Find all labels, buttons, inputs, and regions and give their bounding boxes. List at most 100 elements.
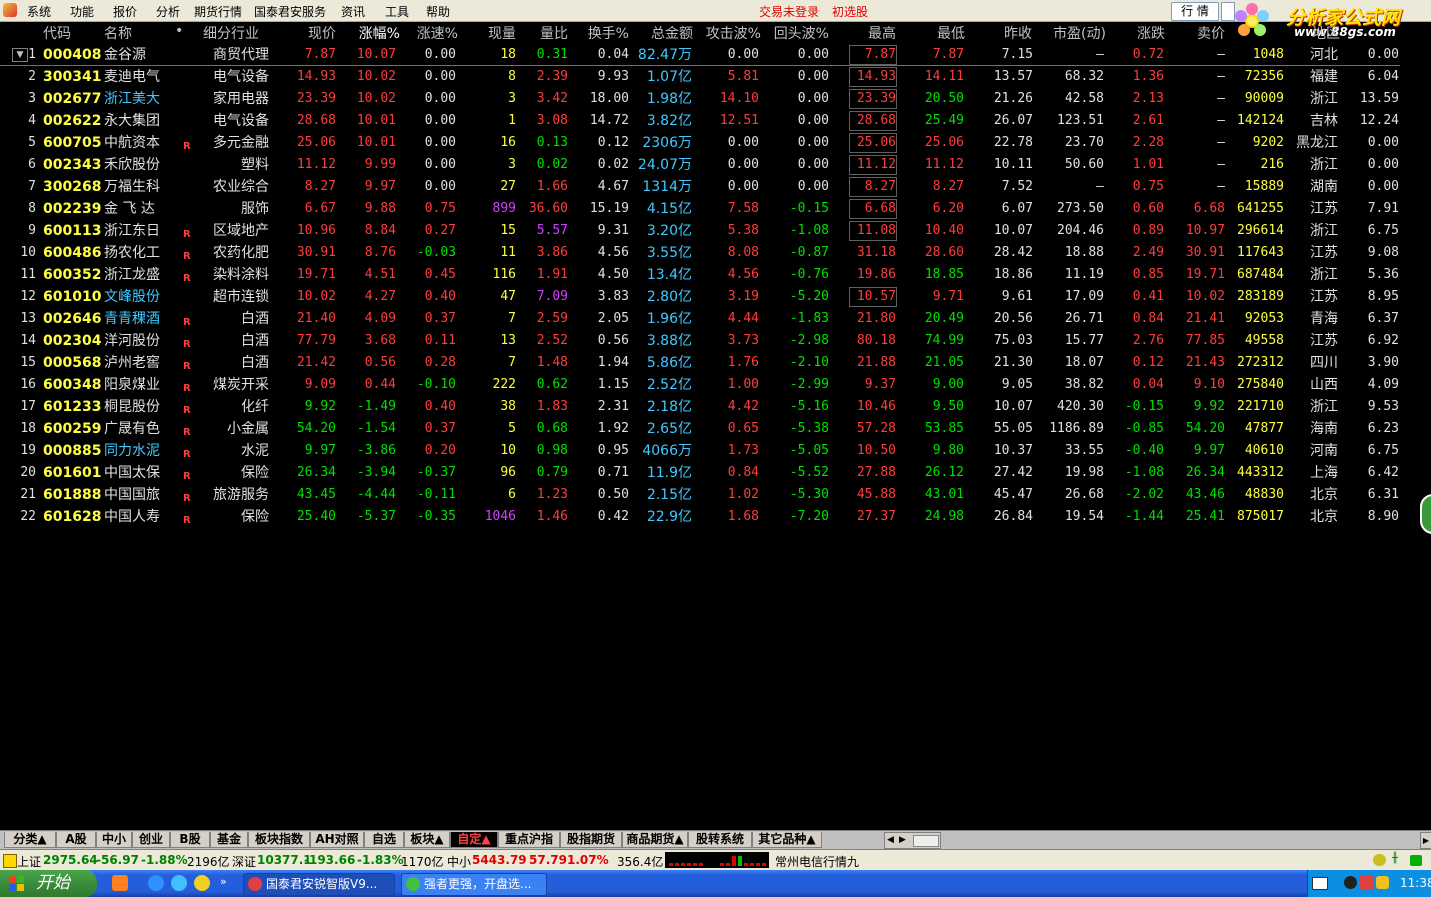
table-row[interactable]: 17 601233 桐昆股份 R 化纤 9.92 -1.49 0.40 38 1.83 2.31 2.… bbox=[0, 396, 1431, 418]
stock-code[interactable]: 600486 bbox=[43, 244, 101, 262]
menu-system[interactable]: 系统 bbox=[27, 3, 51, 20]
header-col-4[interactable]: 现价 bbox=[290, 23, 336, 43]
sz-label[interactable]: 深证 bbox=[232, 853, 256, 870]
header-col-13[interactable]: 最高 bbox=[838, 23, 896, 43]
header-col-20[interactable]: 地区 bbox=[1300, 23, 1340, 43]
tab-10[interactable]: 自定▲ bbox=[450, 832, 498, 848]
tab-scroll-end-icon[interactable]: ▶ bbox=[1420, 832, 1431, 849]
stock-code[interactable]: 600113 bbox=[43, 222, 101, 240]
stock-name[interactable]: 万福生科 bbox=[104, 178, 176, 196]
stock-name[interactable]: 金 飞 达 bbox=[104, 200, 176, 218]
stock-name[interactable]: 广晟有色 bbox=[104, 420, 176, 438]
stock-name[interactable]: 中国太保 bbox=[104, 464, 176, 482]
stock-code[interactable]: 600705 bbox=[43, 134, 101, 152]
table-row[interactable]: 21 601888 中国国旅 R 旅游服务 43.45 -4.44 -0.11 6 1.23 0.5… bbox=[0, 484, 1431, 506]
tab-1[interactable]: A股 bbox=[56, 832, 96, 848]
stock-code[interactable]: 002304 bbox=[43, 332, 101, 350]
app-icon[interactable] bbox=[3, 3, 17, 17]
stock-name[interactable]: 中国人寿 bbox=[104, 508, 176, 526]
tab-7[interactable]: AH对照 bbox=[310, 832, 364, 848]
stock-code[interactable]: 600259 bbox=[43, 420, 101, 438]
stock-name[interactable]: 中航资本 bbox=[104, 134, 176, 152]
tab-scrollbar[interactable]: ◀ ▶ bbox=[884, 832, 941, 849]
header-col-0[interactable]: 代码 bbox=[43, 23, 81, 43]
header-col-11[interactable]: 攻击波% bbox=[695, 23, 761, 43]
stock-code[interactable]: 601601 bbox=[43, 464, 101, 482]
table-row[interactable]: 3 002677 浙江美大 家用电器 23.39 10.02 0.00 3 3.42 18.00 1… bbox=[0, 88, 1431, 110]
sh-label[interactable]: 上证 bbox=[17, 853, 41, 870]
keyboard-icon[interactable] bbox=[1312, 877, 1328, 890]
tray-app-icon[interactable] bbox=[1360, 876, 1373, 889]
table-row[interactable]: 6 002343 禾欣股份 塑料 11.12 9.99 0.00 3 0.02 0.02 24.07… bbox=[0, 154, 1431, 176]
stock-name[interactable]: 桐昆股份 bbox=[104, 398, 176, 416]
stock-code[interactable]: 002677 bbox=[43, 90, 101, 108]
stock-code[interactable]: 002343 bbox=[43, 156, 101, 174]
scroll-left-icon[interactable]: ◀ bbox=[887, 835, 894, 845]
tab-13[interactable]: 商品期货▲ bbox=[622, 832, 688, 848]
header-col-5[interactable]: 涨幅% bbox=[340, 23, 400, 43]
float-ball-icon[interactable] bbox=[1420, 494, 1431, 534]
lock-icon[interactable] bbox=[1373, 854, 1386, 866]
tab-14[interactable]: 股转系统 bbox=[688, 832, 752, 848]
select-status[interactable]: 初选股 bbox=[832, 3, 868, 20]
stock-code[interactable]: 600348 bbox=[43, 376, 101, 394]
table-row[interactable]: 8 002239 金 飞 达 服饰 6.67 9.88 0.75 899 36.60 15.19 4… bbox=[0, 198, 1431, 220]
task-browser[interactable]: 强者更强，开盘选... bbox=[401, 873, 547, 896]
menu-quote[interactable]: 报价 bbox=[113, 3, 137, 20]
table-row[interactable]: 19 000885 同力水泥 R 水泥 9.97 -3.86 0.20 10 0.98 0.95 40… bbox=[0, 440, 1431, 462]
stock-code[interactable]: 000885 bbox=[43, 442, 101, 460]
header-col-6[interactable]: 涨速% bbox=[405, 23, 458, 43]
quote-button[interactable]: 行 情 bbox=[1171, 2, 1219, 21]
header-col-14[interactable]: 最低 bbox=[915, 23, 965, 43]
header-col-10[interactable]: 总金额 bbox=[635, 23, 693, 43]
scroll-thumb[interactable] bbox=[913, 835, 939, 847]
table-row[interactable]: 14 002304 洋河股份 R 白酒 77.79 3.68 0.11 13 2.52 0.56 3.… bbox=[0, 330, 1431, 352]
stock-code[interactable]: 601628 bbox=[43, 508, 101, 526]
header-col-15[interactable]: 昨收 bbox=[980, 23, 1032, 43]
menu-tools[interactable]: 工具 bbox=[385, 3, 409, 20]
tab-0[interactable]: 分类▲ bbox=[4, 832, 56, 848]
stock-name[interactable]: 金谷源 bbox=[104, 46, 176, 64]
table-row[interactable]: 1 000408 金谷源 商贸代理 7.87 10.07 0.00 18 0.31 0.04 82.… bbox=[0, 44, 1431, 66]
stock-code[interactable]: 300341 bbox=[43, 68, 101, 86]
header-col-1[interactable]: 名称 bbox=[104, 23, 144, 43]
stock-code[interactable]: 601888 bbox=[43, 486, 101, 504]
table-row[interactable]: 9 600113 浙江东日 R 区域地产 10.96 8.84 0.27 15 5.57 9.31 3… bbox=[0, 220, 1431, 242]
stock-code[interactable]: 601010 bbox=[43, 288, 101, 306]
header-col-8[interactable]: 量比 bbox=[525, 23, 568, 43]
browser2-icon[interactable] bbox=[171, 875, 187, 891]
zx-label[interactable]: 中小 bbox=[447, 853, 471, 870]
header-col-17[interactable]: 涨跌 bbox=[1115, 23, 1165, 43]
tab-15[interactable]: 其它品种▲ bbox=[752, 832, 822, 848]
login-status[interactable]: 交易未登录 bbox=[759, 3, 819, 20]
stock-name[interactable]: 泸州老窖 bbox=[104, 354, 176, 372]
stock-code[interactable]: 000408 bbox=[43, 46, 101, 64]
stock-code[interactable]: 000568 bbox=[43, 354, 101, 372]
tray-back-icon[interactable] bbox=[1344, 876, 1357, 889]
stock-code[interactable]: 002646 bbox=[43, 310, 101, 328]
tab-6[interactable]: 板块指数 bbox=[248, 832, 310, 848]
tab-11[interactable]: 重点沪指 bbox=[498, 832, 560, 848]
menu-function[interactable]: 功能 bbox=[70, 3, 94, 20]
stock-name[interactable]: 浙江美大 bbox=[104, 90, 176, 108]
table-row[interactable]: 22 601628 中国人寿 R 保险 25.40 -5.37 -0.35 1046 1.46 0.… bbox=[0, 506, 1431, 528]
scroll-right-icon[interactable]: ▶ bbox=[899, 835, 906, 845]
tab-8[interactable]: 自选 bbox=[364, 832, 404, 848]
clock[interactable]: 11:38 bbox=[1400, 876, 1431, 890]
menu-gtja-service[interactable]: 国泰君安服务 bbox=[254, 3, 326, 20]
more-quicklaunch-icon[interactable]: » bbox=[220, 875, 227, 888]
table-row[interactable]: 10 600486 扬农化工 R 农药化肥 30.91 8.76 -0.03 11 3.86 4.5… bbox=[0, 242, 1431, 264]
stock-name[interactable]: 禾欣股份 bbox=[104, 156, 176, 174]
connection-icon[interactable] bbox=[1410, 855, 1422, 866]
header-col-2[interactable]: • bbox=[175, 23, 185, 39]
quicklaunch-desktop-icon[interactable] bbox=[112, 875, 128, 891]
table-row[interactable]: 4 002622 永大集团 电气设备 28.68 10.01 0.00 1 3.08 14.72 3… bbox=[0, 110, 1431, 132]
table-row[interactable]: 12 601010 文峰股份 超市连锁 10.02 4.27 0.40 47 7.09 3.83 2… bbox=[0, 286, 1431, 308]
menu-futures[interactable]: 期货行情 bbox=[194, 3, 242, 20]
table-row[interactable]: 15 000568 泸州老窖 R 白酒 21.42 0.56 0.28 7 1.48 1.94 5.8… bbox=[0, 352, 1431, 374]
ie-icon[interactable] bbox=[148, 875, 164, 891]
stock-name[interactable]: 中国国旅 bbox=[104, 486, 176, 504]
shield-icon[interactable] bbox=[1376, 876, 1389, 889]
table-row[interactable]: 13 002646 青青稞酒 R 白酒 21.40 4.09 0.37 7 2.59 2.05 1.9… bbox=[0, 308, 1431, 330]
stock-code[interactable]: 300268 bbox=[43, 178, 101, 196]
